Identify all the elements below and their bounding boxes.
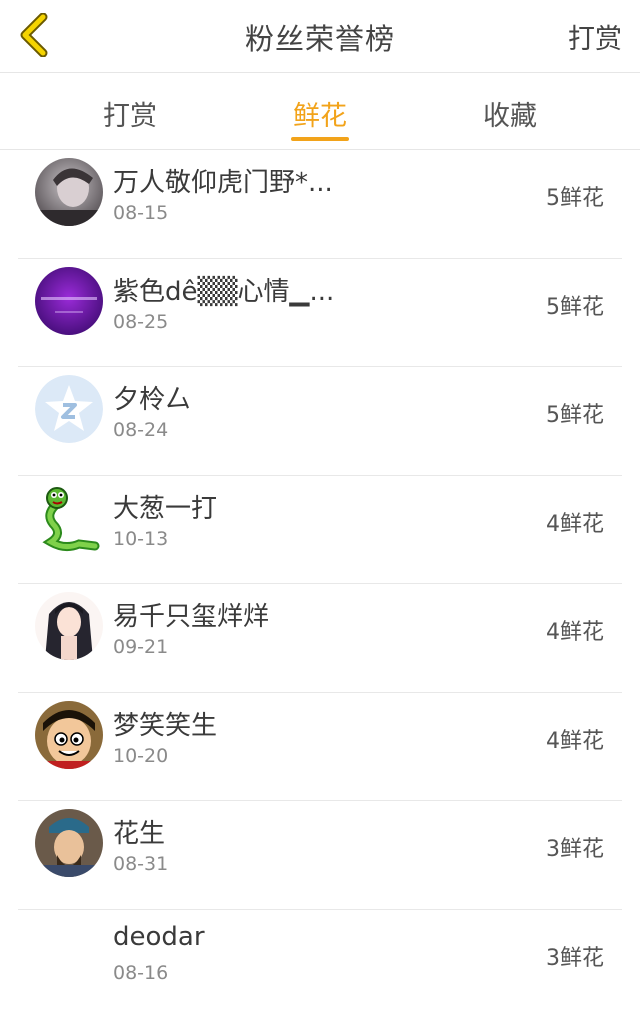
avatar-blank <box>35 918 103 986</box>
fan-name: 夕柃厶 <box>113 379 191 416</box>
qq-star-icon <box>35 375 103 443</box>
flower-count: 5鲜花 <box>546 397 604 429</box>
luffy-icon <box>35 701 103 769</box>
flower-count: 3鲜花 <box>546 940 604 972</box>
list-item[interactable]: deodar 08-16 3鲜花 <box>18 910 622 1018</box>
fan-name: deodar <box>113 922 205 952</box>
list-item[interactable]: 紫色dê▒▒心情▁... 08-25 5鲜花 <box>18 259 622 368</box>
app-header: 粉丝荣誉榜 打赏 <box>0 0 640 73</box>
avatar-purple-icon <box>35 267 103 335</box>
fan-name: 大葱一打 <box>113 488 217 525</box>
fan-date: 08-24 <box>113 419 168 441</box>
fan-date: 10-20 <box>113 745 168 767</box>
list-item[interactable]: 大葱一打 10-13 4鲜花 <box>18 476 622 585</box>
fan-date: 08-15 <box>113 202 168 224</box>
list-item[interactable]: 梦笑笑生 10-20 4鲜花 <box>18 693 622 802</box>
fan-name: 花生 <box>113 813 165 850</box>
tip-button[interactable]: 打赏 <box>568 17 622 56</box>
fan-date: 08-31 <box>113 853 168 875</box>
list-item[interactable]: 花生 08-31 3鲜花 <box>18 801 622 910</box>
active-tab-indicator <box>291 137 349 141</box>
tab-favorites[interactable]: 收藏 <box>450 94 570 133</box>
list-item[interactable]: 易千只玺烊烊 09-21 4鲜花 <box>18 584 622 693</box>
page-title: 粉丝荣誉榜 <box>0 16 640 58</box>
warrior-icon <box>35 809 103 877</box>
fan-date: 09-21 <box>113 636 168 658</box>
fan-date: 10-13 <box>113 528 168 550</box>
flower-count: 3鲜花 <box>546 831 604 863</box>
fan-ranking-list: 万人敬仰虎门野*... 08-15 5鲜花 紫色dê▒▒心情▁... 08-25… <box>0 150 640 1018</box>
tab-bar: 打赏 鲜花 收藏 <box>0 74 640 150</box>
flower-count: 5鲜花 <box>546 180 604 212</box>
flower-count: 4鲜花 <box>546 723 604 755</box>
tab-flowers[interactable]: 鲜花 <box>260 94 380 133</box>
flower-count: 4鲜花 <box>546 614 604 646</box>
snake-icon <box>35 484 103 552</box>
list-item[interactable]: 夕柃厶 08-24 5鲜花 <box>18 367 622 476</box>
fan-name: 易千只玺烊烊 <box>113 596 269 633</box>
flower-count: 4鲜花 <box>546 506 604 538</box>
list-item[interactable]: 万人敬仰虎门野*... 08-15 5鲜花 <box>18 150 622 259</box>
fan-date: 08-16 <box>113 962 168 984</box>
tab-tips[interactable]: 打赏 <box>70 94 190 133</box>
fan-name: 紫色dê▒▒心情▁... <box>113 271 334 308</box>
fan-date: 08-25 <box>113 311 168 333</box>
avatar-photo-icon <box>35 158 103 226</box>
flower-count: 5鲜花 <box>546 289 604 321</box>
fan-name: 万人敬仰虎门野*... <box>113 162 333 199</box>
anime-girl-icon <box>35 592 103 660</box>
fan-name: 梦笑笑生 <box>113 705 217 742</box>
